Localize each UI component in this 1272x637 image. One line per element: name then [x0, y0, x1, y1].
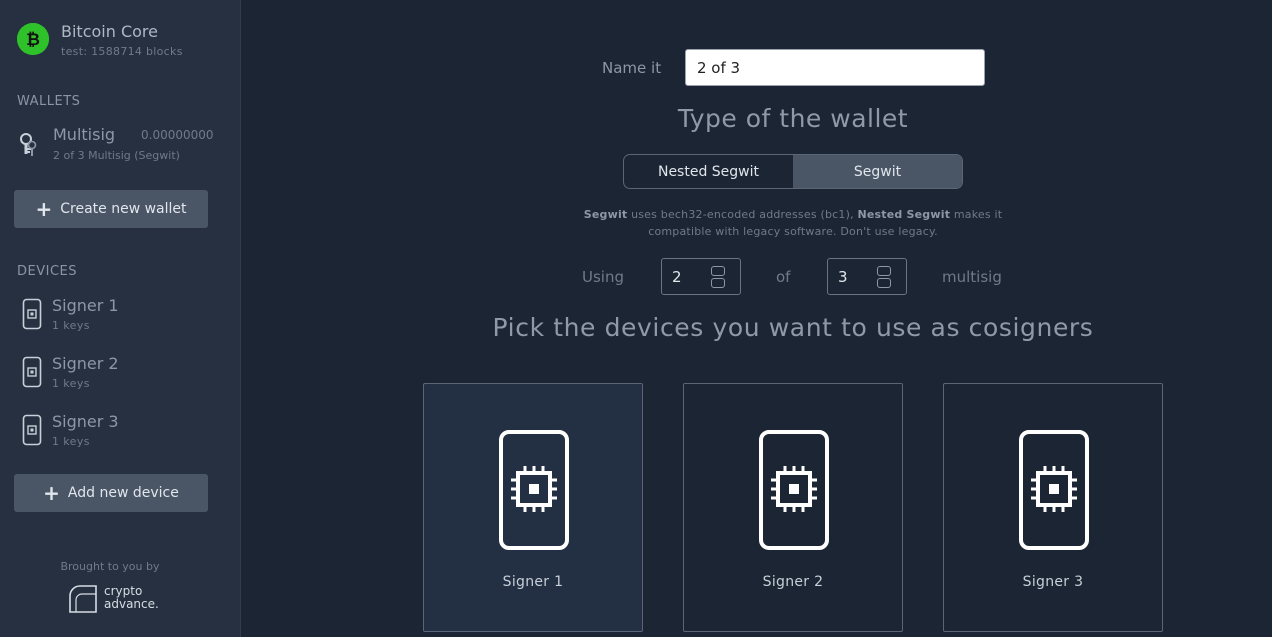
threshold-value: 2	[672, 267, 682, 286]
brand: ₿ Bitcoin Core test: 1588714 blocks	[17, 22, 183, 58]
total-spinner[interactable]	[877, 266, 891, 288]
sidebar-device-signer-3[interactable]: Signer 3 1 keys	[22, 412, 222, 452]
plus-icon: +	[35, 197, 53, 221]
wallet-type-heading: Type of the wallet	[677, 104, 909, 133]
spin-up-icon[interactable]	[877, 266, 891, 276]
device-chip-icon	[498, 429, 570, 555]
total-signers-input[interactable]: 3	[827, 258, 907, 295]
wallet-description: 2 of 3 Multisig (Segwit)	[53, 149, 180, 162]
cosigner-name: Signer 3	[1022, 574, 1084, 590]
cosigner-card-signer-1[interactable]: Signer 1	[423, 383, 643, 632]
of-label: of	[776, 268, 791, 286]
cosigner-name: Signer 1	[502, 574, 564, 590]
keys-icon	[18, 132, 46, 166]
threshold-input[interactable]: 2	[661, 258, 741, 295]
sidebar-device-signer-2[interactable]: Signer 2 1 keys	[22, 354, 222, 394]
cosigner-card-signer-2[interactable]: Signer 2	[683, 383, 903, 632]
cosigner-card-signer-3[interactable]: Signer 3	[943, 383, 1163, 632]
cosigners-heading: Pick the devices you want to use as cosi…	[492, 313, 1094, 342]
segwit-term: Segwit	[583, 208, 628, 221]
type-option-nested-segwit[interactable]: Nested Segwit	[624, 155, 793, 188]
plus-icon: +	[43, 481, 60, 505]
spin-up-icon[interactable]	[711, 266, 725, 276]
cosigner-name: Signer 2	[762, 574, 824, 590]
threshold-spinner[interactable]	[711, 266, 725, 288]
device-chip-icon	[1018, 429, 1090, 555]
brought-by-text: Brought to you by	[60, 560, 160, 573]
create-wallet-label: Create new wallet	[60, 201, 187, 217]
add-device-label: Add new device	[67, 485, 179, 501]
using-label: Using	[582, 268, 624, 286]
spin-down-icon[interactable]	[711, 278, 725, 288]
device-name: Signer 2	[52, 354, 119, 373]
type-option-segwit[interactable]: Segwit	[793, 155, 962, 188]
total-value: 3	[838, 267, 848, 286]
svg-text:₿: ₿	[26, 30, 40, 50]
create-wallet-button[interactable]: + Create new wallet	[14, 190, 208, 228]
crypto-advance-icon	[69, 585, 97, 613]
name-label: Name it	[602, 59, 662, 77]
add-device-button[interactable]: + Add new device	[14, 474, 208, 512]
wallet-type-toggle: Nested Segwit Segwit	[623, 154, 963, 189]
devices-heading: DEVICES	[17, 264, 77, 279]
app-title: Bitcoin Core	[61, 22, 158, 41]
brand-line-2: advance.	[104, 597, 159, 611]
block-count: test: 1588714 blocks	[61, 45, 183, 58]
crypto-advance-logo[interactable]: crypto advance.	[66, 582, 159, 614]
device-keys: 1 keys	[52, 435, 90, 448]
device-icon	[22, 356, 42, 392]
device-icon	[22, 414, 42, 450]
device-name: Signer 3	[52, 412, 119, 431]
wallet-type-description: Segwit uses bech32-encoded addresses (bc…	[583, 208, 1003, 238]
device-chip-icon	[758, 429, 830, 555]
nested-segwit-term: Nested Segwit	[857, 208, 951, 221]
bitcoin-logo-icon: ₿	[17, 23, 49, 55]
multisig-label: multisig	[942, 268, 1002, 286]
wallet-name-input[interactable]	[685, 49, 985, 86]
spin-down-icon[interactable]	[877, 278, 891, 288]
device-keys: 1 keys	[52, 377, 90, 390]
